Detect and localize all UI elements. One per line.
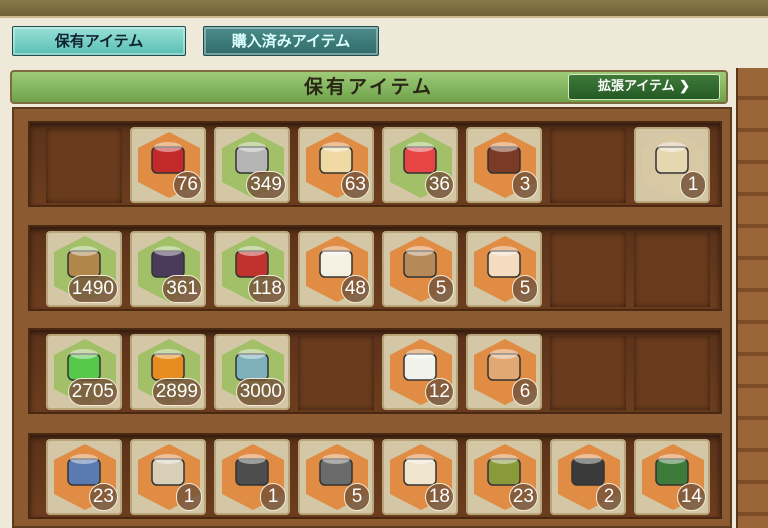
- item-count: 361: [162, 275, 202, 303]
- item-slot[interactable]: 18: [382, 439, 458, 515]
- item-slot[interactable]: 349: [214, 127, 290, 203]
- item-count: 23: [508, 483, 538, 511]
- item-count: 12: [424, 378, 454, 406]
- tab-owned-items[interactable]: 保有アイテム: [12, 26, 186, 56]
- item-count: 118: [247, 275, 286, 303]
- item-count: 76: [172, 171, 202, 199]
- item-count: 48: [340, 275, 370, 303]
- item-shelf: 76 349 63 36 3 1 1490 361 118 48 5 5 2705 2899 3000 1…: [12, 107, 732, 528]
- item-slot[interactable]: 3: [466, 127, 542, 203]
- panel-header: 保有アイテム 拡張アイテム ❯: [10, 70, 728, 104]
- right-wood-panel: [736, 68, 768, 528]
- item-count: 1: [176, 483, 202, 511]
- item-count: 3000: [235, 378, 286, 406]
- item-slot[interactable]: 3000: [214, 334, 290, 410]
- tab-purchased-items[interactable]: 購入済みアイテム: [203, 26, 379, 56]
- shelf-row: 76 349 63 36 3 1: [28, 121, 722, 207]
- item-slot[interactable]: 48: [298, 231, 374, 307]
- empty-slot: [550, 233, 626, 307]
- item-count: 1: [260, 483, 286, 511]
- item-count: 6: [512, 378, 538, 406]
- item-count: 5: [512, 275, 538, 303]
- item-slot[interactable]: 2: [550, 439, 626, 515]
- empty-slot: [634, 233, 710, 307]
- item-slot[interactable]: 23: [466, 439, 542, 515]
- item-slot[interactable]: 1: [634, 127, 710, 203]
- item-slot[interactable]: 5: [298, 439, 374, 515]
- item-count: 5: [428, 275, 454, 303]
- item-count: 3: [512, 171, 538, 199]
- item-count: 36: [424, 171, 454, 199]
- item-slot[interactable]: 2705: [46, 334, 122, 410]
- item-slot[interactable]: 14: [634, 439, 710, 515]
- top-status-bar: [0, 0, 768, 18]
- item-count: 23: [88, 483, 118, 511]
- item-slot[interactable]: 6: [466, 334, 542, 410]
- shelf-row: 2705 2899 3000 12 6: [28, 328, 722, 414]
- item-count: 14: [676, 483, 706, 511]
- item-slot[interactable]: 63: [298, 127, 374, 203]
- item-slot[interactable]: 12: [382, 334, 458, 410]
- item-count: 18: [424, 483, 454, 511]
- item-count: 5: [344, 483, 370, 511]
- empty-slot: [298, 336, 374, 410]
- empty-slot: [46, 129, 122, 203]
- item-count: 1: [680, 171, 706, 199]
- item-count: 2705: [67, 378, 118, 406]
- item-slot[interactable]: 5: [382, 231, 458, 307]
- item-count: 63: [340, 171, 370, 199]
- item-count: 2: [596, 483, 622, 511]
- item-slot[interactable]: 361: [130, 231, 206, 307]
- expand-items-button[interactable]: 拡張アイテム ❯: [568, 74, 720, 100]
- item-slot[interactable]: 36: [382, 127, 458, 203]
- item-slot[interactable]: 5: [466, 231, 542, 307]
- shelf-row: 23 1 1 5 18 23 2 14: [28, 433, 722, 519]
- item-count: 2899: [151, 378, 202, 406]
- item-slot[interactable]: 23: [46, 439, 122, 515]
- empty-slot: [550, 336, 626, 410]
- item-slot[interactable]: 2899: [130, 334, 206, 410]
- item-slot[interactable]: 76: [130, 127, 206, 203]
- item-slot[interactable]: 1490: [46, 231, 122, 307]
- item-count: 1490: [67, 275, 118, 303]
- empty-slot: [550, 129, 626, 203]
- item-slot[interactable]: 1: [214, 439, 290, 515]
- item-slot[interactable]: 1: [130, 439, 206, 515]
- item-slot[interactable]: 118: [214, 231, 290, 307]
- shelf-row: 1490 361 118 48 5 5: [28, 225, 722, 311]
- empty-slot: [634, 336, 710, 410]
- item-count: 349: [246, 171, 286, 199]
